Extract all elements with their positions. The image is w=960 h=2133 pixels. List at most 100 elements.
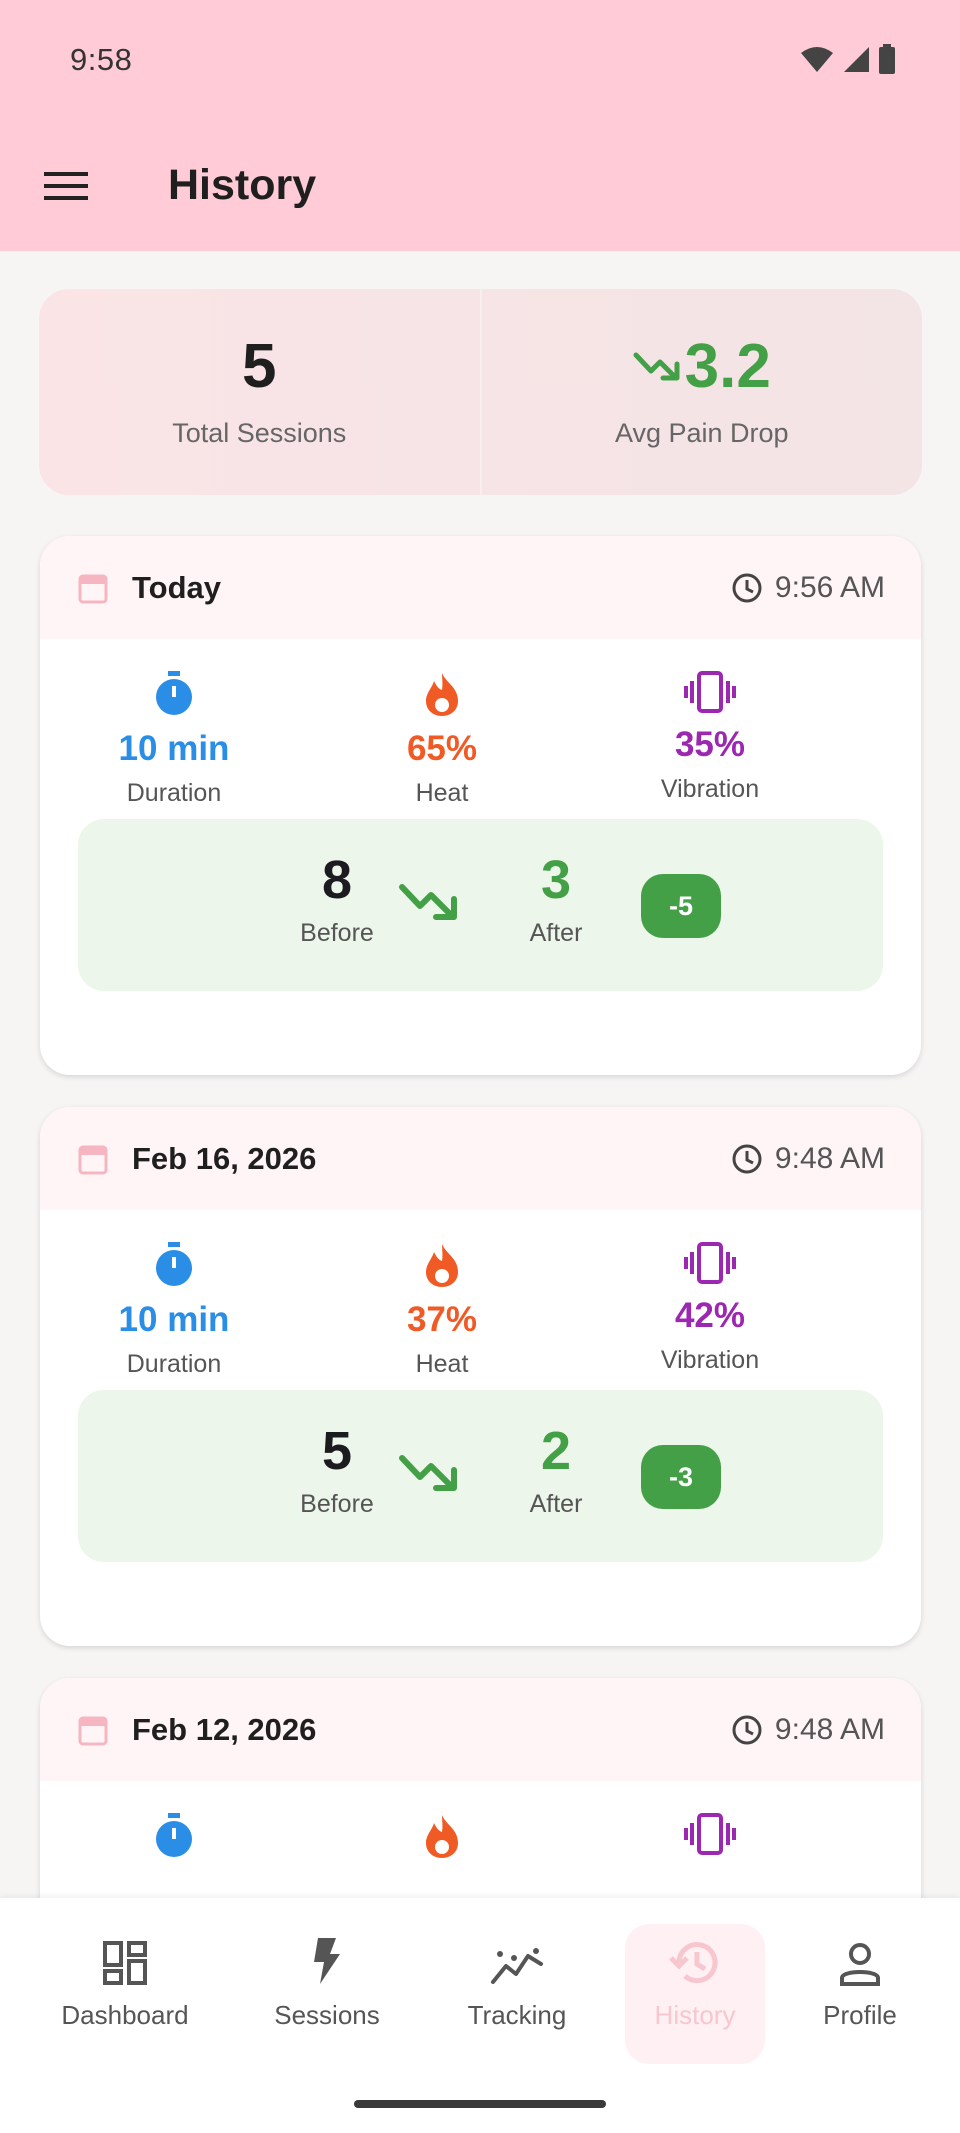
app-bar: 9:58 History <box>0 0 960 251</box>
session-card[interactable]: Today 9:56 AM 10 min Duration 65% Heat 3… <box>40 536 921 1075</box>
pain-after-label: After <box>529 919 583 947</box>
nav-label: Sessions <box>274 2000 380 2030</box>
nav-profile[interactable]: Profile <box>800 1924 920 2064</box>
avg-pain-drop-value: 3.2 <box>684 331 771 401</box>
session-card[interactable]: Feb 16, 2026 9:48 AM 10 min Duration 37%… <box>40 1107 921 1646</box>
nav-dashboard[interactable]: Dashboard <box>55 1924 195 2064</box>
trending-down-icon <box>399 884 457 920</box>
wifi-icon <box>801 47 833 72</box>
calendar-icon <box>78 1716 108 1745</box>
summary-card: 5 Total Sessions 3.2 Avg Pain Drop <box>39 289 922 495</box>
pain-before-label: Before <box>300 919 374 947</box>
pain-after-label: After <box>529 1490 583 1518</box>
pain-change-panel: 8 Before 3 After -5 <box>78 819 883 991</box>
vibration-icon <box>684 671 736 713</box>
trend-icon <box>491 1948 543 1984</box>
nav-label: Tracking <box>467 2000 567 2030</box>
stopwatch-icon <box>156 1242 192 1286</box>
session-time: 9:48 AM <box>731 1142 885 1176</box>
duration-value: 10 min <box>118 1300 230 1339</box>
nav-sessions[interactable]: Sessions <box>262 1924 392 2064</box>
duration-metric: 10 min Duration <box>40 1242 308 1390</box>
vibration-icon <box>684 1242 736 1284</box>
session-card-header: Today 9:56 AM <box>40 536 921 639</box>
pain-before: 8 Before <box>277 853 397 948</box>
nav-history[interactable]: History <box>625 1924 765 2064</box>
pain-before: 5 Before <box>277 1424 397 1519</box>
nav-label: History <box>654 2000 736 2030</box>
session-date: Today <box>132 569 221 605</box>
heat-value: 37% <box>406 1300 478 1339</box>
fire-icon <box>426 1244 458 1287</box>
pain-after: 2 After <box>496 1424 616 1519</box>
bottom-navigation: Dashboard Sessions Tracking History Prof… <box>0 1898 960 2133</box>
duration-metric: 10 min Duration <box>40 671 308 819</box>
heat-metric: 37% Heat <box>308 1242 576 1390</box>
person-icon <box>840 1943 880 1986</box>
session-date: Feb 16, 2026 <box>132 1140 317 1176</box>
pain-delta-badge: -5 <box>641 874 721 938</box>
avg-pain-drop-label: Avg Pain Drop <box>614 417 789 448</box>
status-icons <box>800 44 896 74</box>
heat-metric: 65% Heat <box>308 671 576 819</box>
nav-label: Profile <box>823 2000 897 2030</box>
pain-delta-badge: -3 <box>641 1445 721 1509</box>
session-time-text: 9:48 AM <box>774 1141 885 1175</box>
nav-tracking[interactable]: Tracking <box>452 1924 582 2064</box>
pain-after-value: 3 <box>540 850 572 910</box>
fire-icon <box>426 673 458 716</box>
vibration-metric: 35% Vibration <box>576 671 844 819</box>
total-sessions-label: Total Sessions <box>172 417 347 448</box>
page-title: History <box>168 161 317 209</box>
session-card-header: Feb 16, 2026 9:48 AM <box>40 1107 921 1210</box>
session-metrics: 10 min Duration 65% Heat 35% Vibration <box>40 639 921 819</box>
clock-icon <box>732 1715 762 1744</box>
stopwatch-icon <box>156 1813 192 1857</box>
trending-down-icon <box>399 1455 457 1491</box>
battery-icon <box>879 44 895 74</box>
pain-before-value: 8 <box>321 850 353 910</box>
duration-label: Duration <box>126 1350 222 1378</box>
heat-label: Heat <box>415 779 469 807</box>
pain-before-value: 5 <box>321 1421 353 1481</box>
nav-label: Dashboard <box>61 2000 189 2030</box>
menu-button[interactable] <box>34 158 98 214</box>
heat-label: Heat <box>415 1350 469 1378</box>
heat-value: 65% <box>406 729 478 768</box>
trending-down-icon <box>633 352 680 380</box>
pain-after: 3 After <box>496 853 616 948</box>
session-time: 9:48 AM <box>731 1713 885 1747</box>
session-card-header: Feb 12, 2026 9:48 AM <box>40 1678 921 1781</box>
vibration-metric: 42% Vibration <box>576 1242 844 1390</box>
session-time-text: 9:48 AM <box>774 1712 885 1746</box>
session-time: 9:56 AM <box>731 571 885 605</box>
avg-pain-drop-value-wrap: 3.2 <box>633 331 771 401</box>
vibration-value: 42% <box>674 1296 746 1335</box>
vibration-label: Vibration <box>660 775 760 803</box>
stopwatch-icon <box>156 671 192 715</box>
pain-after-value: 2 <box>540 1421 572 1481</box>
home-indicator[interactable] <box>354 2100 606 2108</box>
status-time: 9:58 <box>70 42 133 77</box>
calendar-icon <box>78 574 108 603</box>
avg-pain-drop-stat: 3.2 Avg Pain Drop <box>479 289 923 495</box>
dashboard-icon <box>103 1941 147 1985</box>
vibration-label: Vibration <box>660 1346 760 1374</box>
total-sessions-stat: 5 Total Sessions <box>39 289 480 495</box>
duration-value: 10 min <box>118 729 230 768</box>
pain-before-label: Before <box>300 1490 374 1518</box>
fire-icon <box>426 1815 458 1858</box>
session-time-text: 9:56 AM <box>774 570 885 604</box>
duration-label: Duration <box>126 779 222 807</box>
vibration-value: 35% <box>674 725 746 764</box>
clock-icon <box>732 1144 762 1173</box>
history-icon <box>669 1942 718 1984</box>
pain-change-panel: 5 Before 2 After -3 <box>78 1390 883 1562</box>
signal-icon <box>844 47 869 72</box>
session-date: Feb 12, 2026 <box>132 1711 317 1747</box>
vibration-icon <box>684 1813 736 1855</box>
clock-icon <box>732 573 762 602</box>
bolt-icon <box>314 1938 340 1984</box>
calendar-icon <box>78 1145 108 1174</box>
session-metrics: 10 min Duration 37% Heat 42% Vibration <box>40 1210 921 1390</box>
